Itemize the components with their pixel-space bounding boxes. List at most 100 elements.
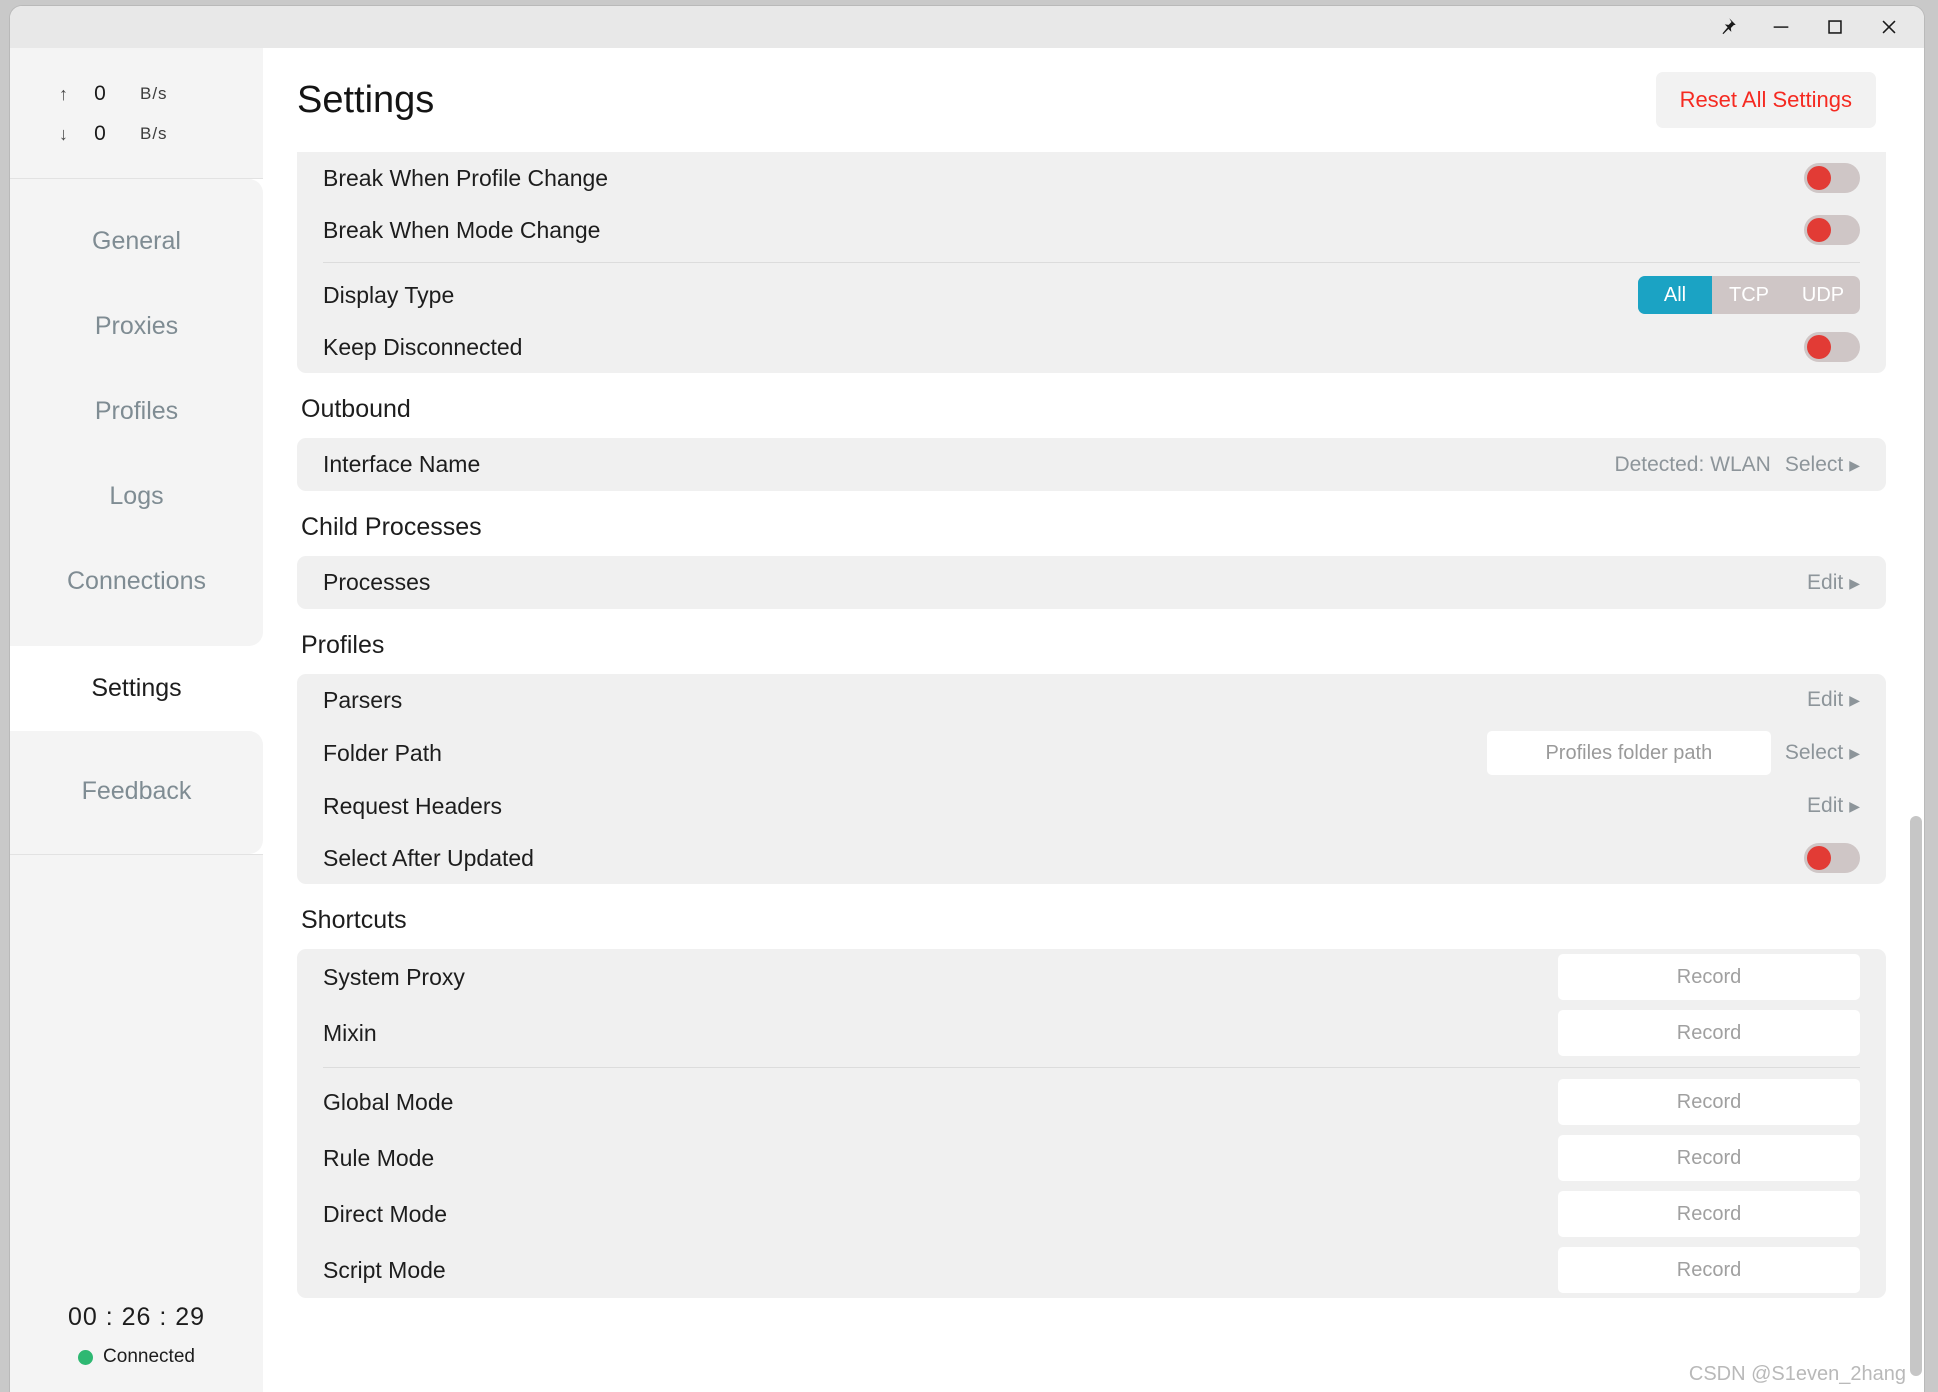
row-shortcut-global-mode[interactable]: Global Mode Record bbox=[297, 1074, 1886, 1130]
section-title-outbound: Outbound bbox=[301, 395, 411, 423]
row-shortcut-mixin[interactable]: Mixin Record bbox=[297, 1005, 1886, 1061]
sidebar-item-logs[interactable]: Logs bbox=[10, 454, 263, 539]
row-shortcut-direct-mode[interactable]: Direct Mode Record bbox=[297, 1186, 1886, 1242]
chevron-right-icon: ▶ bbox=[1849, 798, 1860, 814]
title-bar bbox=[10, 6, 1924, 48]
interface-name-select-link[interactable]: Select ▶ bbox=[1785, 453, 1860, 477]
download-speed-unit: B/s bbox=[140, 124, 168, 143]
sidebar-item-feedback[interactable]: Feedback bbox=[10, 749, 263, 834]
row-shortcut-rule-mode[interactable]: Rule Mode Record bbox=[297, 1130, 1886, 1186]
row-select-after-updated[interactable]: Select After Updated bbox=[297, 832, 1886, 884]
sidebar-item-label: Connections bbox=[67, 567, 206, 595]
scrollbar-thumb[interactable] bbox=[1910, 816, 1922, 1376]
sidebar-nav-primary: General Proxies Profiles Logs Connection… bbox=[10, 179, 263, 646]
row-label: Parsers bbox=[323, 686, 403, 713]
display-type-option-tcp[interactable]: TCP bbox=[1712, 276, 1786, 314]
download-speed-value: 0 bbox=[94, 122, 106, 145]
row-label: System Proxy bbox=[323, 963, 465, 990]
action-label: Edit bbox=[1807, 688, 1844, 711]
row-keep-disconnected[interactable]: Keep Disconnected bbox=[297, 321, 1886, 373]
settings-scroll-area[interactable]: Break When Profile Change Break When Mod… bbox=[263, 152, 1924, 1392]
row-request-headers[interactable]: Request Headers Edit ▶ bbox=[297, 780, 1886, 832]
section-title-profiles: Profiles bbox=[301, 631, 385, 659]
rule-mode-record-button[interactable]: Record bbox=[1558, 1135, 1860, 1181]
upload-arrow-icon: ↑ bbox=[59, 83, 68, 104]
vertical-scrollbar[interactable] bbox=[1908, 6, 1924, 1392]
global-mode-record-button[interactable]: Record bbox=[1558, 1079, 1860, 1125]
upload-speed-row: ↑ 0 B/s bbox=[10, 74, 263, 114]
parsers-edit-link[interactable]: Edit ▶ bbox=[1807, 688, 1860, 712]
status-dot-icon bbox=[78, 1349, 94, 1365]
select-after-updated-toggle[interactable] bbox=[1804, 843, 1860, 873]
sidebar-item-label: Settings bbox=[91, 674, 182, 702]
window-body: ↑ 0 B/s ↓ 0 B/s General Proxies Profiles… bbox=[10, 48, 1924, 1392]
toggle-knob-icon bbox=[1807, 166, 1831, 190]
reset-all-settings-button[interactable]: Reset All Settings bbox=[1655, 72, 1876, 128]
system-proxy-record-button[interactable]: Record bbox=[1558, 954, 1860, 1000]
break-when-profile-change-toggle[interactable] bbox=[1804, 163, 1860, 193]
section-title-child-processes: Child Processes bbox=[301, 513, 482, 541]
row-break-when-profile-change[interactable]: Break When Profile Change bbox=[297, 152, 1886, 204]
row-label: Global Mode bbox=[323, 1088, 454, 1115]
display-type-option-all[interactable]: All bbox=[1638, 276, 1712, 314]
row-label: Select After Updated bbox=[323, 844, 534, 871]
sidebar-item-proxies[interactable]: Proxies bbox=[10, 284, 263, 369]
row-display-type[interactable]: Display Type All TCP UDP bbox=[297, 269, 1886, 321]
script-mode-record-button[interactable]: Record bbox=[1558, 1247, 1860, 1293]
action-label: Edit bbox=[1807, 794, 1844, 817]
shortcuts-divider bbox=[323, 1067, 1860, 1068]
sidebar-active-wrap: Settings bbox=[10, 646, 263, 731]
row-folder-path[interactable]: Folder Path Select ▶ bbox=[297, 726, 1886, 780]
row-label: Direct Mode bbox=[323, 1200, 447, 1227]
processes-edit-link[interactable]: Edit ▶ bbox=[1807, 571, 1860, 595]
action-label: Edit bbox=[1807, 570, 1844, 594]
uptime-timer: 00 : 26 : 29 bbox=[67, 1303, 206, 1331]
app-window: ↑ 0 B/s ↓ 0 B/s General Proxies Profiles… bbox=[10, 6, 1924, 1392]
detected-interface-value: Detected: WLAN bbox=[1614, 452, 1771, 476]
row-shortcut-system-proxy[interactable]: System Proxy Record bbox=[297, 949, 1886, 1005]
maximize-icon[interactable] bbox=[1808, 6, 1862, 48]
sidebar-item-profiles[interactable]: Profiles bbox=[10, 369, 263, 454]
pin-icon[interactable] bbox=[1700, 6, 1754, 48]
profiles-card: Parsers Edit ▶ Folder Path Profiles fold… bbox=[297, 674, 1886, 884]
sidebar-item-label: Feedback bbox=[81, 777, 192, 805]
shortcuts-card: System Proxy Record Mixin Record Global … bbox=[297, 949, 1886, 1298]
desktop-background: ↑ 0 B/s ↓ 0 B/s General Proxies Profiles… bbox=[0, 0, 1938, 1392]
row-label: Keep Disconnected bbox=[323, 333, 523, 360]
toggle-knob-icon bbox=[1807, 218, 1831, 242]
display-type-option-udp[interactable]: UDP bbox=[1786, 276, 1860, 314]
folder-path-select-link[interactable]: Select ▶ bbox=[1785, 741, 1860, 765]
sidebar-item-settings[interactable]: Settings bbox=[10, 646, 263, 731]
mixin-record-button[interactable]: Record bbox=[1558, 1010, 1860, 1056]
row-interface-name[interactable]: Interface Name Detected: WLAN Select ▶ bbox=[297, 438, 1886, 491]
upload-speed-unit: B/s bbox=[140, 84, 168, 103]
sidebar-footer: 00 : 26 : 29 Connected bbox=[10, 854, 263, 1392]
row-break-when-mode-change[interactable]: Break When Mode Change bbox=[297, 204, 1886, 256]
child-processes-card: Processes Edit ▶ bbox=[297, 556, 1886, 609]
display-type-segmented-control[interactable]: All TCP UDP bbox=[1638, 276, 1860, 314]
action-label: Select bbox=[1784, 452, 1844, 476]
sidebar-item-label: Profiles bbox=[94, 397, 179, 425]
keep-disconnected-toggle[interactable] bbox=[1804, 332, 1860, 362]
request-headers-edit-link[interactable]: Edit ▶ bbox=[1807, 794, 1860, 818]
row-shortcut-script-mode[interactable]: Script Mode Record bbox=[297, 1242, 1886, 1298]
sidebar-item-connections[interactable]: Connections bbox=[10, 539, 263, 624]
sidebar-item-label: Logs bbox=[109, 482, 164, 510]
direct-mode-record-button[interactable]: Record bbox=[1558, 1191, 1860, 1237]
minimize-icon[interactable] bbox=[1754, 6, 1808, 48]
row-processes[interactable]: Processes Edit ▶ bbox=[297, 556, 1886, 609]
toggle-knob-icon bbox=[1807, 335, 1831, 359]
profiles-folder-path-input[interactable] bbox=[1486, 731, 1771, 775]
row-parsers[interactable]: Parsers Edit ▶ bbox=[297, 674, 1886, 726]
sidebar-item-general[interactable]: General bbox=[10, 199, 263, 284]
connection-status: Connected bbox=[10, 1346, 263, 1368]
chevron-right-icon: ▶ bbox=[1849, 456, 1860, 473]
main-panel: Settings Reset All Settings Break When P… bbox=[263, 48, 1924, 1392]
connections-settings-card: Break When Profile Change Break When Mod… bbox=[297, 152, 1886, 373]
row-label: Interface Name bbox=[323, 451, 481, 477]
chevron-right-icon: ▶ bbox=[1849, 692, 1860, 708]
break-when-mode-change-toggle[interactable] bbox=[1804, 215, 1860, 245]
download-arrow-icon: ↓ bbox=[59, 123, 68, 144]
toggle-knob-icon bbox=[1807, 846, 1831, 870]
sidebar-item-label: General bbox=[92, 227, 181, 255]
